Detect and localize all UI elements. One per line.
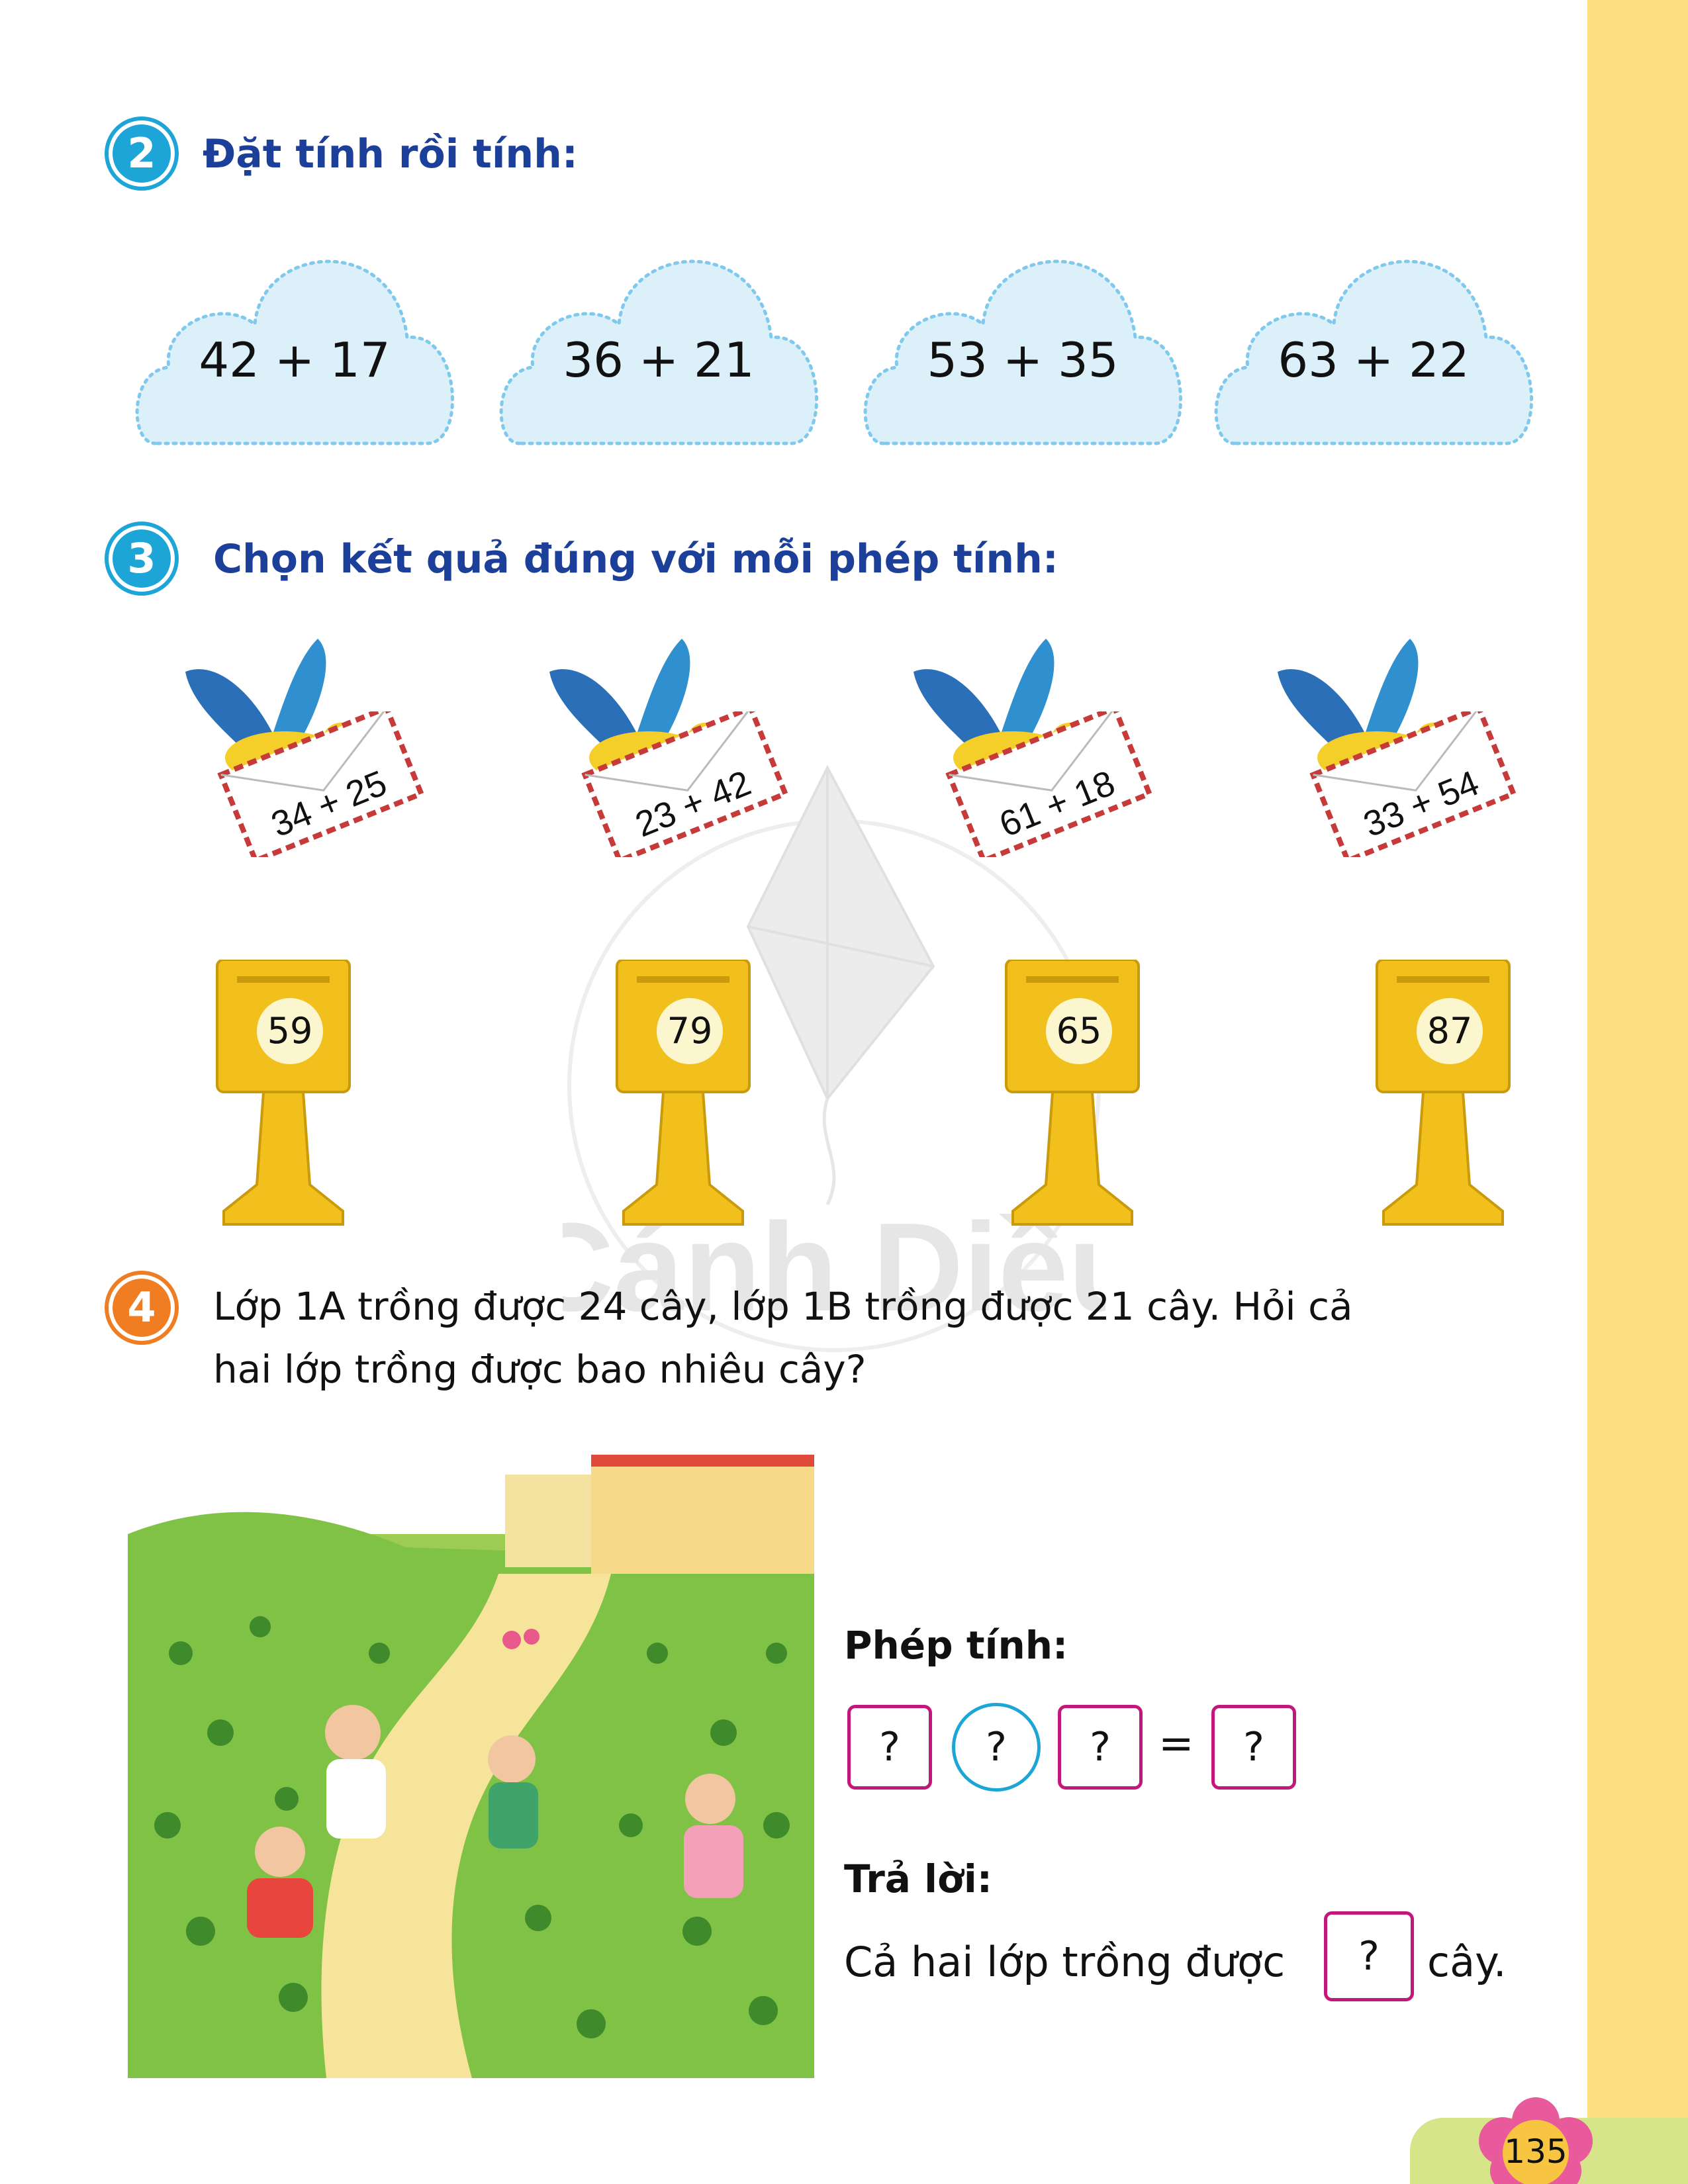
q3-number: 3 bbox=[113, 529, 171, 588]
q3-badge: 3 bbox=[105, 522, 179, 596]
mailbox-number: 59 bbox=[257, 998, 323, 1064]
q4-question-line1: Lớp 1A trồng được 24 cây, lớp 1B trồng đ… bbox=[213, 1284, 1353, 1329]
bird-letter[interactable]: 61 + 18 bbox=[894, 632, 1158, 870]
equals-sign: = bbox=[1158, 1719, 1194, 1768]
operand-box[interactable]: ? bbox=[847, 1705, 932, 1790]
answer-suffix: cây. bbox=[1427, 1938, 1507, 1986]
bird-letter[interactable]: 34 + 25 bbox=[165, 632, 430, 870]
q2-badge: 2 bbox=[105, 116, 179, 191]
expression-text: 42 + 17 bbox=[199, 332, 391, 388]
operand-box[interactable]: ? bbox=[1058, 1705, 1143, 1790]
page-number: 135 bbox=[1504, 2132, 1568, 2171]
sidebar-stripe bbox=[1587, 0, 1688, 2184]
tra-loi-label: Trả lời: bbox=[844, 1856, 992, 1901]
envelope-icon: 61 + 18 bbox=[945, 711, 1153, 857]
envelope-icon: 34 + 25 bbox=[217, 711, 425, 857]
cloud-item: 63 + 22 bbox=[1208, 218, 1539, 457]
result-box[interactable]: ? bbox=[1211, 1705, 1296, 1790]
answer-prefix: Cả hai lớp trồng được bbox=[844, 1938, 1286, 1986]
q4-badge: 4 bbox=[105, 1271, 179, 1345]
phep-tinh-label: Phép tính: bbox=[844, 1623, 1068, 1668]
expression-text: 53 + 35 bbox=[927, 332, 1119, 388]
mailbox[interactable]: 59 bbox=[211, 958, 369, 1238]
envelope-icon: 23 + 42 bbox=[581, 711, 789, 857]
mailbox[interactable]: 79 bbox=[610, 958, 769, 1238]
answer-box[interactable]: ? bbox=[1324, 1911, 1414, 2001]
mailbox-number: 65 bbox=[1046, 998, 1112, 1064]
cloud-item: 36 + 21 bbox=[493, 218, 824, 457]
mailbox-number: 87 bbox=[1417, 998, 1483, 1064]
envelope-icon: 33 + 54 bbox=[1309, 711, 1517, 857]
operator-circle[interactable]: ? bbox=[952, 1703, 1041, 1792]
mailbox[interactable]: 65 bbox=[1000, 958, 1158, 1238]
cloud-item: 42 + 17 bbox=[129, 218, 460, 457]
q4-question-line2: hai lớp trồng được bao nhiêu cây? bbox=[213, 1347, 867, 1392]
q2-title: Đặt tính rồi tính: bbox=[203, 131, 578, 177]
bird-letter[interactable]: 33 + 54 bbox=[1258, 632, 1523, 870]
q4-number: 4 bbox=[113, 1279, 171, 1337]
cloud-item: 53 + 35 bbox=[857, 218, 1188, 457]
mailbox[interactable]: 87 bbox=[1370, 958, 1529, 1238]
q3-title: Chọn kết quả đúng với mỗi phép tính: bbox=[213, 536, 1058, 582]
bird-letter[interactable]: 23 + 42 bbox=[530, 632, 794, 870]
tree-planting-illustration bbox=[128, 1455, 814, 2078]
expression-text: 36 + 21 bbox=[563, 332, 755, 388]
expression-text: 63 + 22 bbox=[1278, 332, 1470, 388]
q2-number: 2 bbox=[113, 124, 171, 183]
mailbox-number: 79 bbox=[657, 998, 723, 1064]
